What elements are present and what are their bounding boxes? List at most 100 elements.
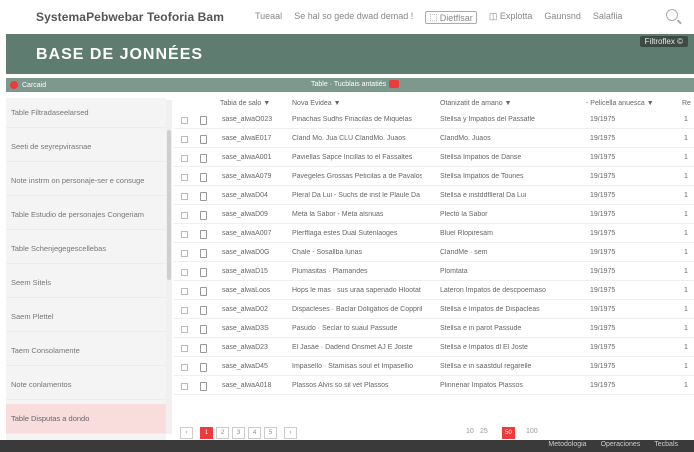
cell-id[interactable]: sase_alwaD23 [222, 344, 288, 351]
sidebar-item[interactable]: Seem Sitels [6, 268, 166, 298]
cell-id[interactable]: sase_alwaA079 [222, 173, 288, 180]
nav-link-explore[interactable]: ◫ Explotta [489, 11, 533, 24]
cell-id[interactable]: sase_alwaD04 [222, 192, 288, 199]
table-row[interactable]: sase_alwaA007 Plerfflaga estes Dual Suten… [174, 226, 694, 243]
cell-id[interactable]: sase_alwaD09 [222, 211, 288, 218]
document-icon[interactable] [200, 173, 207, 182]
page-size-option-active[interactable]: 50 [502, 427, 515, 439]
document-icon[interactable] [200, 363, 207, 372]
sidebar-scrollbar-thumb[interactable] [167, 130, 171, 280]
column-header-date[interactable]: - Pelicella anuesca ▼ [586, 100, 654, 107]
cell-id[interactable]: sase_alwaD45 [222, 363, 288, 370]
row-checkbox[interactable] [181, 231, 188, 238]
row-checkbox[interactable] [181, 307, 188, 314]
document-icon[interactable] [200, 268, 207, 277]
document-icon[interactable] [200, 287, 207, 296]
nav-link-help[interactable]: Se hal so gede dwad demad ! [294, 11, 413, 24]
cell-id[interactable]: sase_alwaLoos [222, 287, 288, 294]
row-checkbox[interactable] [181, 269, 188, 276]
table-row[interactable]: sase_alwaD09 Meta la Sabor - Meta alsnuas… [174, 207, 694, 224]
cell-id[interactable]: sase_alwaD3S [222, 325, 288, 332]
table-row[interactable]: sase_alwaA001 Paviellas Sapce Incillas to… [174, 150, 694, 167]
footer-link[interactable]: Operaciones [601, 441, 641, 448]
document-icon[interactable] [200, 211, 207, 220]
nav-link-account[interactable]: Gaunsnd [544, 11, 581, 24]
table-row[interactable]: sase_alwaD0G Chale - Sosallba lunas ClandM… [174, 245, 694, 262]
row-checkbox[interactable] [181, 212, 188, 219]
page-button[interactable]: 2 [216, 427, 229, 439]
table-row[interactable]: sase_alwaE017 Cland Mo. Jua CLU ClandMo. … [174, 131, 694, 148]
table-row[interactable]: sase_alwaD02 Dispacleses · Baclar Doligat… [174, 302, 694, 319]
page-button[interactable]: 3 [232, 427, 245, 439]
footer-link[interactable]: Tecbals [654, 441, 678, 448]
document-icon[interactable] [200, 154, 207, 163]
cell-id[interactable]: sase_alwaD15 [222, 268, 288, 275]
page-size-option[interactable]: 25 [480, 428, 488, 435]
document-icon[interactable] [200, 344, 207, 353]
prev-page-button[interactable]: ‹ [180, 427, 193, 439]
brand-title[interactable]: SystemaPebwebar Teoforia Bam [36, 10, 224, 24]
search-icon[interactable] [666, 9, 678, 21]
sidebar-item[interactable]: Table Schenjegegescellebas [6, 234, 166, 264]
row-checkbox[interactable] [181, 326, 188, 333]
document-icon[interactable] [200, 116, 207, 125]
page-button[interactable]: 1 [200, 427, 213, 439]
document-icon[interactable] [200, 135, 207, 144]
document-icon[interactable] [200, 192, 207, 201]
row-checkbox[interactable] [181, 364, 188, 371]
next-page-button[interactable]: › [284, 427, 297, 439]
cell-id[interactable]: sase_alwaA007 [222, 230, 288, 237]
row-checkbox[interactable] [181, 155, 188, 162]
table-row[interactable]: sase_alwaLoos Hops le mas · sus uraa sape… [174, 283, 694, 300]
footer-link[interactable]: Metodologia [548, 441, 586, 448]
row-checkbox[interactable] [181, 383, 188, 390]
column-header-org[interactable]: Otanizatit de amano ▼ [440, 100, 512, 107]
column-header-extra[interactable]: Re [682, 100, 691, 107]
cell-id[interactable]: sase_alwaO023 [222, 116, 288, 123]
table-row[interactable]: sase_alwaA018 Plassos Alvis so sil vet Pl… [174, 378, 694, 395]
filter-button[interactable]: Filtroflex © [639, 36, 688, 47]
page-size-option[interactable]: 100 [526, 428, 538, 435]
document-icon[interactable] [200, 382, 207, 391]
cell-id[interactable]: sase_alwaA001 [222, 154, 288, 161]
table-row[interactable]: sase_alwaD15 Plumasitas · Plamandes Plomta… [174, 264, 694, 281]
cell-id[interactable]: sase_alwaE017 [222, 135, 288, 142]
sidebar-scrollbar[interactable] [166, 100, 172, 434]
cell-id[interactable]: sase_alwaD02 [222, 306, 288, 313]
document-icon[interactable] [200, 325, 207, 334]
row-checkbox[interactable] [181, 288, 188, 295]
nav-link-distribution[interactable]: ⬚ Dietflsar [425, 11, 477, 24]
document-icon[interactable] [200, 249, 207, 258]
row-checkbox[interactable] [181, 174, 188, 181]
table-row[interactable]: sase_alwaD3S Pasudo · Seclar to suaul Pas… [174, 321, 694, 338]
document-icon[interactable] [200, 306, 207, 315]
page-button[interactable]: 5 [264, 427, 277, 439]
cell-id[interactable]: sase_alwaA018 [222, 382, 288, 389]
column-header-id[interactable]: Tabia de salo ▼ [220, 100, 270, 107]
cell-id[interactable]: sase_alwaD0G [222, 249, 288, 256]
table-row[interactable]: sase_alwaD45 Impasello · Stamisas soul et… [174, 359, 694, 376]
row-checkbox[interactable] [181, 193, 188, 200]
column-header-title[interactable]: Nova Evidea ▼ [292, 100, 341, 107]
sidebar-item[interactable]: Note instrm on personaje-ser e consuge [6, 166, 166, 196]
document-icon[interactable] [200, 230, 207, 239]
page-size-option[interactable]: 10 [466, 428, 474, 435]
sidebar-item-active[interactable]: Table Disputas a dondo [6, 404, 166, 434]
table-row[interactable]: sase_alwaD23 El Jasáe · Dadend Onsmet AJ … [174, 340, 694, 357]
sidebar-item[interactable]: Seeti de seyrepvirasnae [6, 132, 166, 162]
sidebar-item[interactable]: Table Filtradaseelarsed [6, 98, 166, 128]
nav-link-language[interactable]: Salaflia [593, 11, 623, 24]
table-row[interactable]: sase_alwaA079 Pavegeles Grossas Peticilas… [174, 169, 694, 186]
sidebar-item[interactable]: Table Estudio de personajes Congeriam [6, 200, 166, 230]
row-checkbox[interactable] [181, 250, 188, 257]
page-button[interactable]: 4 [248, 427, 261, 439]
sidebar-item[interactable]: Note conlamentos [6, 370, 166, 400]
table-row[interactable]: sase_alwaD04 Pleral Da Lui - Suchs de ins… [174, 188, 694, 205]
sidebar-item[interactable]: Saem Plettel [6, 302, 166, 332]
row-checkbox[interactable] [181, 136, 188, 143]
table-selector[interactable]: Table · Tucblais antatiés [311, 80, 400, 88]
table-row[interactable]: sase_alwaO023 Pinachas Sudhs Finacilas de… [174, 112, 694, 129]
collapse-sidebar-control[interactable]: Carcaid [6, 78, 46, 92]
sidebar-item[interactable]: Taem Consolamente [6, 336, 166, 366]
nav-link-tutorial[interactable]: Tueaal [255, 11, 282, 24]
